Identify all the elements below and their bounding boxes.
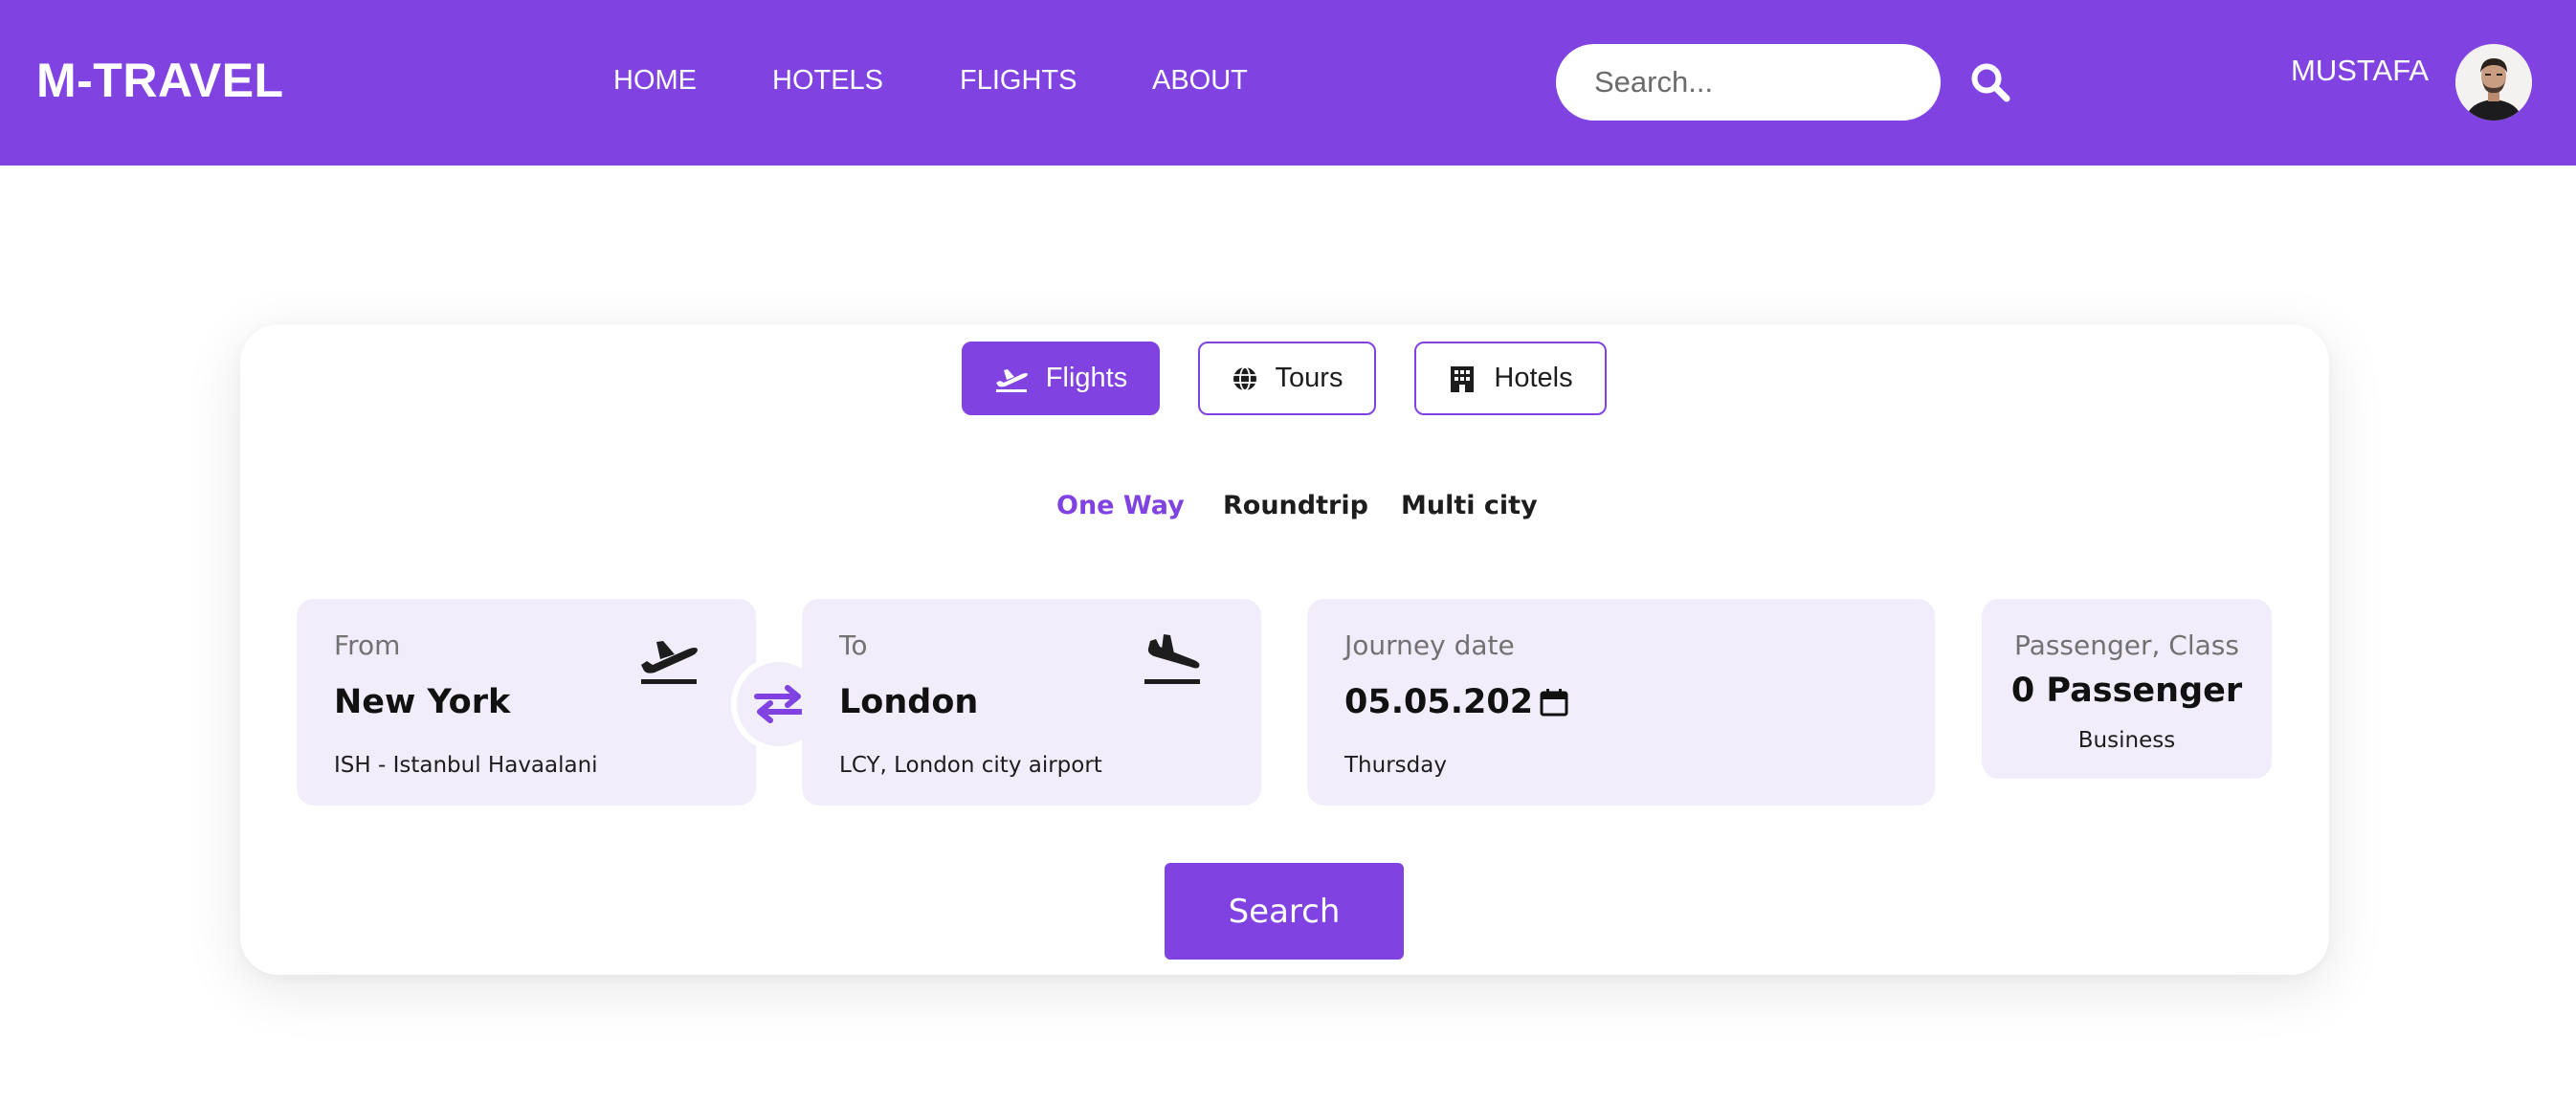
passenger-field[interactable]: Passenger, Class 0 Passenger Business [1982,599,2272,779]
nav-flights[interactable]: FLIGHTS [960,65,1077,97]
tab-flights-label: Flights [1045,363,1128,393]
avatar[interactable] [2455,44,2532,121]
airplane-landing-icon [1144,634,1200,684]
site-logo[interactable]: M-TRAVEL [36,53,284,108]
search-input[interactable] [1594,44,1920,121]
to-city: London [839,683,979,721]
trip-roundtrip[interactable]: Roundtrip [1223,491,1368,520]
trip-multi-city[interactable]: Multi city [1401,491,1538,520]
journey-date-text: 05.05.202 [1344,683,1534,721]
nav-hotels[interactable]: HOTELS [772,65,883,97]
tab-tours-label: Tours [1275,363,1344,393]
to-label: To [839,629,868,661]
from-label: From [334,629,401,661]
from-airport: ISH - Istanbul Havaalani [334,753,598,778]
journey-date-value: 05.05.202 [1344,683,1569,721]
tab-hotels[interactable]: Hotels [1414,342,1607,415]
top-navbar: M-TRAVEL HOME HOTELS FLIGHTS ABOUT MUSTA… [0,0,2576,166]
nav-about[interactable]: ABOUT [1152,65,1248,97]
swap-arrows-icon [754,685,804,723]
user-name[interactable]: MUSTAFA [2291,54,2429,88]
tab-tours[interactable]: Tours [1198,342,1376,415]
search-button[interactable]: Search [1165,863,1404,960]
airplane-takeoff-icon [995,368,1028,392]
globe-icon [1232,365,1256,391]
airplane-takeoff-icon [641,641,698,684]
passenger-count: 0 Passenger [2010,672,2243,710]
passenger-class: Business [2077,728,2176,753]
to-field[interactable]: To London LCY, London city airport [802,599,1261,806]
trip-one-way[interactable]: One Way [1056,491,1185,520]
avatar-photo [2455,44,2532,121]
calendar-icon[interactable] [1539,687,1569,718]
journey-date-label: Journey date [1344,629,1515,661]
nav-home[interactable]: HOME [613,65,697,97]
tab-hotels-label: Hotels [1494,363,1573,393]
tab-flights[interactable]: Flights [962,342,1160,415]
building-icon [1451,365,1475,392]
search-icon[interactable] [1969,61,2011,103]
journey-day: Thursday [1344,753,1447,778]
journey-date-field[interactable]: Journey date 05.05.202 Thursday [1307,599,1935,806]
search-box [1556,44,1941,121]
from-city: New York [334,683,511,721]
to-airport: LCY, London city airport [839,753,1102,778]
from-field[interactable]: From New York ISH - Istanbul Havaalani [297,599,756,806]
passenger-label: Passenger, Class [2014,629,2239,661]
